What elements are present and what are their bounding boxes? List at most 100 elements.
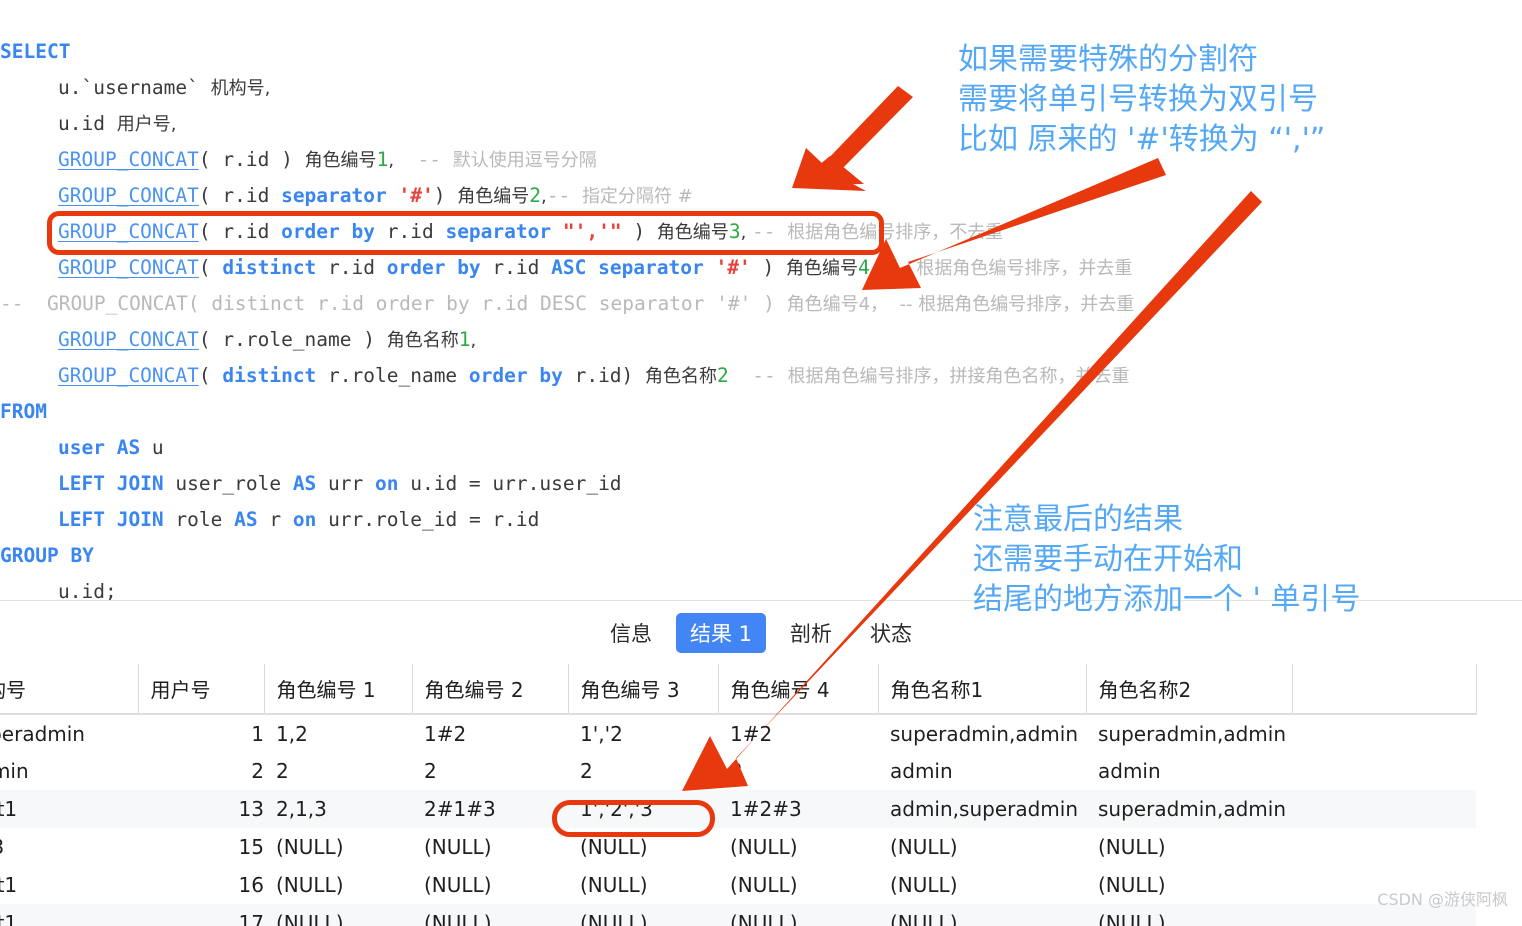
sql-token: '#' <box>715 256 751 279</box>
table-cell[interactable]: (NULL) <box>412 828 568 866</box>
results-tab-bar: 信息 结果 1 剖析 状态 <box>0 601 1522 664</box>
column-header-1[interactable]: 用户号 <box>138 664 265 715</box>
csdn-watermark: CSDN @游侠阿枫 <box>1377 890 1508 909</box>
table-cell[interactable]: 1,2 <box>264 714 412 752</box>
table-cell[interactable]: (NULL) <box>568 904 718 926</box>
table-cell[interactable] <box>1292 790 1476 828</box>
table-cell[interactable]: 1','2','3 <box>568 790 718 828</box>
table-cell[interactable]: (NULL) <box>568 828 718 866</box>
table-cell[interactable]: (NULL) <box>412 904 568 926</box>
table-cell[interactable]: (NULL) <box>878 866 1086 904</box>
column-header-4[interactable]: 角色编号 3 <box>568 664 719 715</box>
table-cell[interactable]: (NULL) <box>718 866 878 904</box>
sql-token: "','" <box>562 220 622 243</box>
table-row[interactable]: test117(NULL)(NULL)(NULL)(NULL)(NULL)(NU… <box>0 904 1476 926</box>
sql-token: GROUP_CONCAT <box>58 184 199 207</box>
table-cell[interactable]: 2 <box>718 752 878 790</box>
table-row[interactable]: test116(NULL)(NULL)(NULL)(NULL)(NULL)(NU… <box>0 866 1476 904</box>
sql-token: 角色名称 <box>645 366 718 387</box>
table-cell[interactable]: 1','2 <box>568 714 718 752</box>
table-cell[interactable]: (NULL) <box>1086 866 1292 904</box>
table-cell[interactable]: 2,1,3 <box>264 790 412 828</box>
table-cell[interactable]: 16 <box>138 866 264 904</box>
table-cell[interactable]: (NULL) <box>568 866 718 904</box>
table-cell[interactable]: superadmin,admin <box>1086 790 1292 828</box>
sql-token: 1 <box>376 148 389 171</box>
column-header-8[interactable] <box>1292 664 1477 715</box>
sql-token: r.id <box>316 256 387 279</box>
sql-token: u.`username` <box>58 76 211 99</box>
table-cell[interactable]: 2 <box>412 752 568 790</box>
column-header-2[interactable]: 角色编号 1 <box>264 664 413 715</box>
table-cell[interactable]: 2 <box>264 752 412 790</box>
table-cell[interactable]: 123 <box>0 828 138 866</box>
table-cell[interactable]: superadmin,admin <box>878 714 1086 752</box>
table-cell[interactable]: test1 <box>0 790 138 828</box>
sql-token: 默认使用逗号分隔 <box>452 150 597 171</box>
sql-line: u.id 用户号, <box>0 106 1522 142</box>
sql-editor[interactable]: SELECT u.`username` 机构号, u.id 用户号, GROUP_CO… <box>0 0 1522 600</box>
sql-token: GROUP BY <box>0 544 94 567</box>
column-header-3[interactable]: 角色编号 2 <box>412 664 569 715</box>
table-cell[interactable]: superadmin,admin <box>1086 714 1292 752</box>
tab-1[interactable]: 结果 1 <box>675 612 767 653</box>
table-cell[interactable]: 17 <box>138 904 264 926</box>
table-cell[interactable]: admin,superadmin <box>878 790 1086 828</box>
sql-token: GROUP_CONCAT <box>58 328 199 351</box>
table-cell[interactable]: (NULL) <box>264 904 412 926</box>
table-cell[interactable]: admin <box>1086 752 1292 790</box>
tab-0[interactable]: 信息 <box>596 613 666 653</box>
table-row[interactable]: admin22222adminadmin <box>0 752 1476 790</box>
table-cell[interactable]: (NULL) <box>1086 904 1292 926</box>
table-cell[interactable]: (NULL) <box>718 828 878 866</box>
table-cell[interactable] <box>1292 714 1476 752</box>
table-cell[interactable]: test1 <box>0 866 138 904</box>
table-cell[interactable]: test1 <box>0 904 138 926</box>
table-cell[interactable]: (NULL) <box>264 866 412 904</box>
table-cell[interactable]: 13 <box>138 790 264 828</box>
column-header-7[interactable]: 角色名称2 <box>1086 664 1293 715</box>
sql-token: GROUP_CONCAT <box>58 256 199 279</box>
sql-token: AS <box>292 472 317 495</box>
column-header-0[interactable]: 机构号 <box>0 664 139 715</box>
sql-token: ) <box>433 184 458 207</box>
sql-token: r.role_name <box>316 364 469 387</box>
column-header-6[interactable]: 角色名称1 <box>878 664 1087 715</box>
column-header-5[interactable]: 角色编号 4 <box>718 664 879 715</box>
table-cell[interactable]: 2 <box>138 752 264 790</box>
table-row[interactable]: superadmin11,21#21','21#2superadmin,admi… <box>0 714 1476 752</box>
sql-token: order by <box>468 364 563 387</box>
sql-token: LEFT JOIN <box>58 508 164 531</box>
table-cell[interactable]: superadmin <box>0 714 138 752</box>
table-cell[interactable]: 1#2 <box>718 714 878 752</box>
table-cell[interactable] <box>1292 752 1476 790</box>
table-row[interactable]: 12315(NULL)(NULL)(NULL)(NULL)(NULL)(NULL… <box>0 828 1476 866</box>
table-cell[interactable]: 2#1#3 <box>412 790 568 828</box>
sql-token: role <box>163 508 235 531</box>
table-cell[interactable]: (NULL) <box>412 866 568 904</box>
table-cell[interactable]: (NULL) <box>264 828 412 866</box>
sql-token: on <box>292 508 317 531</box>
tab-2[interactable]: 剖析 <box>776 613 846 653</box>
sql-token: GROUP_CONCAT <box>58 220 199 243</box>
sql-token: ) <box>750 256 786 279</box>
table-cell[interactable] <box>1292 828 1476 866</box>
table-cell[interactable]: (NULL) <box>878 904 1086 926</box>
tab-3[interactable]: 状态 <box>856 613 926 653</box>
sql-token: AS <box>234 508 258 531</box>
results-grid-container[interactable]: 机构号用户号角色编号 1角色编号 2角色编号 3角色编号 4角色名称1角色名称2… <box>0 664 1522 926</box>
sql-token: 根据角色编号排序，不去重 <box>787 222 1004 243</box>
table-cell[interactable]: admin <box>0 752 138 790</box>
table-cell[interactable]: 1#2#3 <box>718 790 878 828</box>
table-cell[interactable]: 2 <box>568 752 718 790</box>
table-cell[interactable]: 1#2 <box>412 714 568 752</box>
table-cell[interactable]: (NULL) <box>1086 828 1292 866</box>
sql-token: ( r.id <box>198 220 282 243</box>
table-cell[interactable]: admin <box>878 752 1086 790</box>
sql-token: 角色名称 <box>386 330 459 351</box>
table-cell[interactable]: 15 <box>138 828 264 866</box>
table-cell[interactable]: 1 <box>138 714 264 752</box>
table-cell[interactable]: (NULL) <box>878 828 1086 866</box>
table-row[interactable]: test1132,1,32#1#31','2','31#2#3admin,sup… <box>0 790 1476 828</box>
table-cell[interactable]: (NULL) <box>718 904 878 926</box>
